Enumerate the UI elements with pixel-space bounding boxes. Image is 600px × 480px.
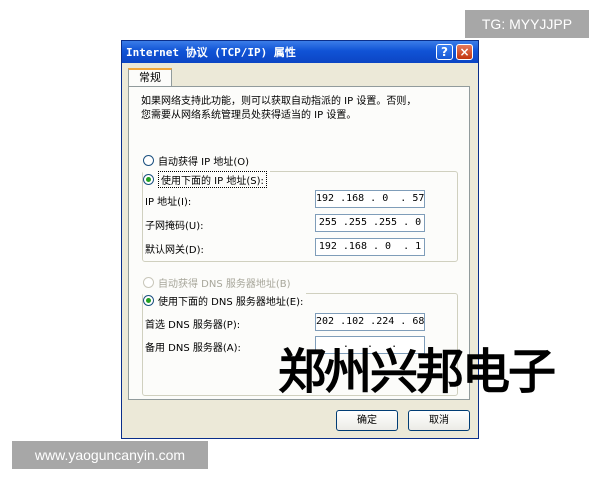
help-icon[interactable]: ? — [436, 44, 453, 60]
radio-selected-icon — [143, 174, 154, 185]
manual-ip-radio[interactable]: 使用下面的 IP 地址(S): — [143, 171, 270, 188]
preferred-dns-label: 首选 DNS 服务器(P): — [145, 320, 241, 331]
watermark-top: TG: MYYJJPP — [465, 10, 589, 38]
title-bar[interactable]: Internet 协议 (TCP/IP) 属性 ? × — [122, 41, 478, 63]
radio-disabled-icon — [143, 277, 154, 288]
auto-ip-radio[interactable]: 自动获得 IP 地址(O) — [143, 153, 253, 168]
auto-dns-label: 自动获得 DNS 服务器地址(B) — [158, 279, 291, 290]
cancel-button[interactable]: 取消 — [408, 410, 470, 431]
preferred-dns-field[interactable]: 202 .102 .224 . 68 — [315, 313, 425, 331]
close-icon[interactable]: × — [456, 44, 473, 60]
description-line-1: 如果网络支持此功能，则可以获取自动指派的 IP 设置。否则， — [141, 96, 417, 107]
description-line-2: 您需要从网络系统管理员处获得适当的 IP 设置。 — [141, 110, 357, 121]
default-gateway-field[interactable]: 192 .168 . 0 . 1 — [315, 238, 425, 256]
radio-icon — [143, 155, 154, 166]
ip-address-label: IP 地址(I): — [145, 197, 192, 208]
default-gateway-label: 默认网关(D): — [145, 245, 204, 256]
description-text: 如果网络支持此功能，则可以获取自动指派的 IP 设置。否则， 您需要从网络系统管… — [141, 95, 461, 123]
manual-dns-label: 使用下面的 DNS 服务器地址(E): — [158, 297, 304, 308]
subnet-mask-label: 子网掩码(U): — [145, 221, 204, 232]
ok-button[interactable]: 确定 — [336, 410, 398, 431]
auto-dns-radio[interactable]: 自动获得 DNS 服务器地址(B) — [143, 275, 294, 290]
ip-address-field[interactable]: 192 .168 . 0 . 57 — [315, 190, 425, 208]
manual-ip-label: 使用下面的 IP 地址(S): — [158, 171, 267, 188]
alternate-dns-label: 备用 DNS 服务器(A): — [145, 343, 241, 354]
dialog-title: Internet 协议 (TCP/IP) 属性 — [126, 46, 296, 59]
subnet-mask-field[interactable]: 255 .255 .255 . 0 — [315, 214, 425, 232]
auto-ip-label: 自动获得 IP 地址(O) — [158, 157, 250, 168]
watermark-bottom: www.yaoguncanyin.com — [12, 441, 208, 469]
radio-selected-icon — [143, 295, 154, 306]
manual-dns-radio[interactable]: 使用下面的 DNS 服务器地址(E): — [143, 293, 307, 308]
company-stamp-text: 郑州兴邦电子 — [278, 344, 556, 400]
tab-general[interactable]: 常规 — [128, 68, 172, 87]
